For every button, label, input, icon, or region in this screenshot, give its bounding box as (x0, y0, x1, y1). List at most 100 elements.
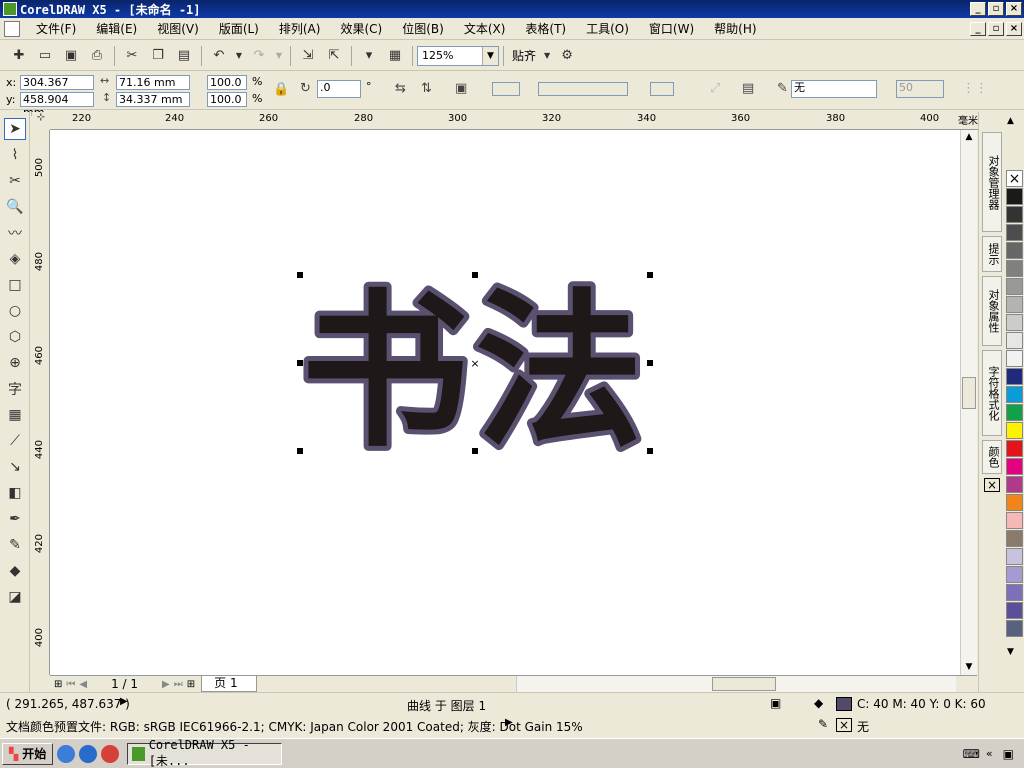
menu-edit[interactable]: 编辑(E) (86, 20, 147, 37)
palette-scroll-down-icon[interactable]: ▼ (1007, 647, 1014, 657)
palette-swatch[interactable] (1006, 458, 1023, 475)
palette-swatch[interactable] (1006, 260, 1023, 277)
docker-close-icon[interactable]: × (984, 478, 1000, 492)
interactive-fill-tool-icon[interactable]: ◪ (4, 586, 26, 608)
mirror-vertical-icon[interactable]: ⇅ (421, 81, 432, 96)
freehand-tool-icon[interactable]: 〰 (4, 222, 26, 244)
selection-handle[interactable] (297, 448, 303, 454)
keyboard-icon[interactable]: ⌨ (963, 747, 980, 761)
scroll-down-icon[interactable]: ▼ (961, 660, 977, 674)
menu-effects[interactable]: 效果(C) (330, 20, 392, 37)
palette-swatch[interactable] (1006, 404, 1023, 421)
eyedropper-tool-icon[interactable]: ✒ (4, 508, 26, 530)
menu-view[interactable]: 视图(V) (147, 20, 209, 37)
palette-swatch[interactable] (1006, 476, 1023, 493)
shape-tool-icon[interactable]: ⌇ (4, 144, 26, 166)
last-page-icon[interactable]: ⏭ (174, 679, 183, 690)
grid-icon[interactable]: ⋮⋮ (962, 81, 988, 96)
palette-swatch[interactable] (1006, 206, 1023, 223)
dimension-tool-icon[interactable]: ⟋ (4, 430, 26, 452)
palette-swatch[interactable] (1006, 530, 1023, 547)
wrap-text-icon[interactable]: ▣ (455, 81, 467, 96)
first-page-icon[interactable]: ⏮ (66, 679, 75, 690)
quicklaunch-app-icon[interactable] (101, 744, 120, 763)
menu-help[interactable]: 帮助(H) (704, 20, 766, 37)
outline-width-select[interactable]: 无 (791, 80, 877, 98)
doc-close-button[interactable]: × (1006, 21, 1022, 36)
palette-swatch[interactable] (1006, 584, 1023, 601)
menu-layout[interactable]: 版面(L) (209, 20, 269, 37)
chevron-down-icon[interactable]: ▼ (482, 46, 498, 65)
menu-table[interactable]: 表格(T) (515, 20, 576, 37)
palette-swatch[interactable] (1006, 386, 1023, 403)
profile-arrow-icon[interactable]: ▶ (505, 717, 513, 728)
options-icon[interactable]: ⚙ (556, 45, 578, 67)
print-icon[interactable]: ⎙ (86, 45, 108, 67)
palette-swatch[interactable] (1006, 278, 1023, 295)
scale-x-field[interactable]: 100.0 (207, 75, 247, 90)
outline-end-select[interactable] (650, 82, 674, 96)
cut-icon[interactable]: ✂ (121, 45, 143, 67)
palette-swatch[interactable] (1006, 242, 1023, 259)
y-position-field[interactable]: 458.904 mm (20, 92, 94, 119)
palette-swatch[interactable] (1006, 566, 1023, 583)
import-icon[interactable]: ⇲ (297, 45, 319, 67)
palette-swatch[interactable] (1006, 224, 1023, 241)
basic-shapes-tool-icon[interactable]: ⊕ (4, 352, 26, 374)
previous-page-icon[interactable]: ◀ (79, 679, 87, 690)
drawing-canvas[interactable]: 书法 × (50, 130, 960, 675)
palette-swatch[interactable] (1006, 422, 1023, 439)
application-launcher-icon[interactable]: ▾ (358, 45, 380, 67)
zoom-level-select[interactable]: 125% ▼ (417, 45, 499, 66)
palette-swatch[interactable] (1006, 314, 1023, 331)
outline-tool-icon[interactable]: ✎ (4, 534, 26, 556)
menu-text[interactable]: 文本(X) (454, 20, 516, 37)
blend-tool-icon[interactable]: ◧ (4, 482, 26, 504)
vertical-scroll-thumb[interactable] (962, 377, 976, 409)
selection-handle[interactable] (647, 448, 653, 454)
paste-icon[interactable]: ▤ (173, 45, 195, 67)
fill-tool-icon[interactable]: ◆ (4, 560, 26, 582)
menu-bitmaps[interactable]: 位图(B) (392, 20, 454, 37)
menu-window[interactable]: 窗口(W) (639, 20, 704, 37)
smart-fill-tool-icon[interactable]: ◈ (4, 248, 26, 270)
tray-expand-icon[interactable]: « (986, 747, 993, 760)
palette-scroll-up-icon[interactable]: ▲ (1007, 116, 1014, 126)
selection-handle[interactable] (472, 272, 478, 278)
palette-swatch[interactable] (1006, 512, 1023, 529)
palette-swatch[interactable] (1006, 602, 1023, 619)
docker-tab-color[interactable]: 颜色 (982, 440, 1002, 474)
selection-handle[interactable] (297, 360, 303, 366)
redo-icon[interactable]: ↷ (248, 45, 270, 67)
add-page-icon[interactable]: ⊞ (54, 679, 62, 690)
menu-file[interactable]: 文件(F) (26, 20, 86, 37)
selection-handle[interactable] (647, 360, 653, 366)
undo-dropdown-icon[interactable]: ▼ (234, 45, 244, 67)
ie-icon[interactable] (79, 744, 98, 763)
doc-minimize-button[interactable]: _ (970, 21, 986, 36)
docker-tab-hints[interactable]: 提示 (982, 236, 1002, 272)
palette-swatch[interactable] (1006, 368, 1023, 385)
docker-tab-object-manager[interactable]: 对象管理器 (982, 132, 1002, 232)
redo-dropdown-icon[interactable]: ▼ (274, 45, 284, 67)
polygon-tool-icon[interactable]: ⬡ (4, 326, 26, 348)
undo-icon[interactable]: ↶ (208, 45, 230, 67)
taskbar-coreldraw-button[interactable]: CorelDRAW X5 - [未... (127, 738, 283, 768)
horizontal-scroll-thumb[interactable] (712, 677, 776, 691)
outline-start-select[interactable] (492, 82, 520, 96)
save-icon[interactable]: ▣ (60, 45, 82, 67)
coordinates-arrow-icon[interactable]: ▶ (120, 696, 128, 707)
start-button[interactable]: ▚ 开始 (2, 742, 54, 765)
horizontal-ruler[interactable]: 220 240 260 280 300 320 340 360 380 400 (50, 112, 978, 130)
outline-style-select[interactable] (538, 82, 628, 96)
selection-handle[interactable] (297, 272, 303, 278)
selection-handle[interactable] (647, 272, 653, 278)
color-proof-icon[interactable]: ▣ (770, 696, 781, 710)
selection-handle[interactable] (472, 448, 478, 454)
input-method-icon[interactable]: ▣ (1003, 747, 1014, 761)
snap-to-button[interactable]: 贴齐 (512, 47, 536, 64)
next-page-icon[interactable]: ▶ (162, 679, 170, 690)
x-position-field[interactable]: 304.367 mm (20, 75, 94, 102)
palette-swatch[interactable] (1006, 188, 1023, 205)
ruler-origin[interactable]: ⊹ (32, 112, 50, 130)
